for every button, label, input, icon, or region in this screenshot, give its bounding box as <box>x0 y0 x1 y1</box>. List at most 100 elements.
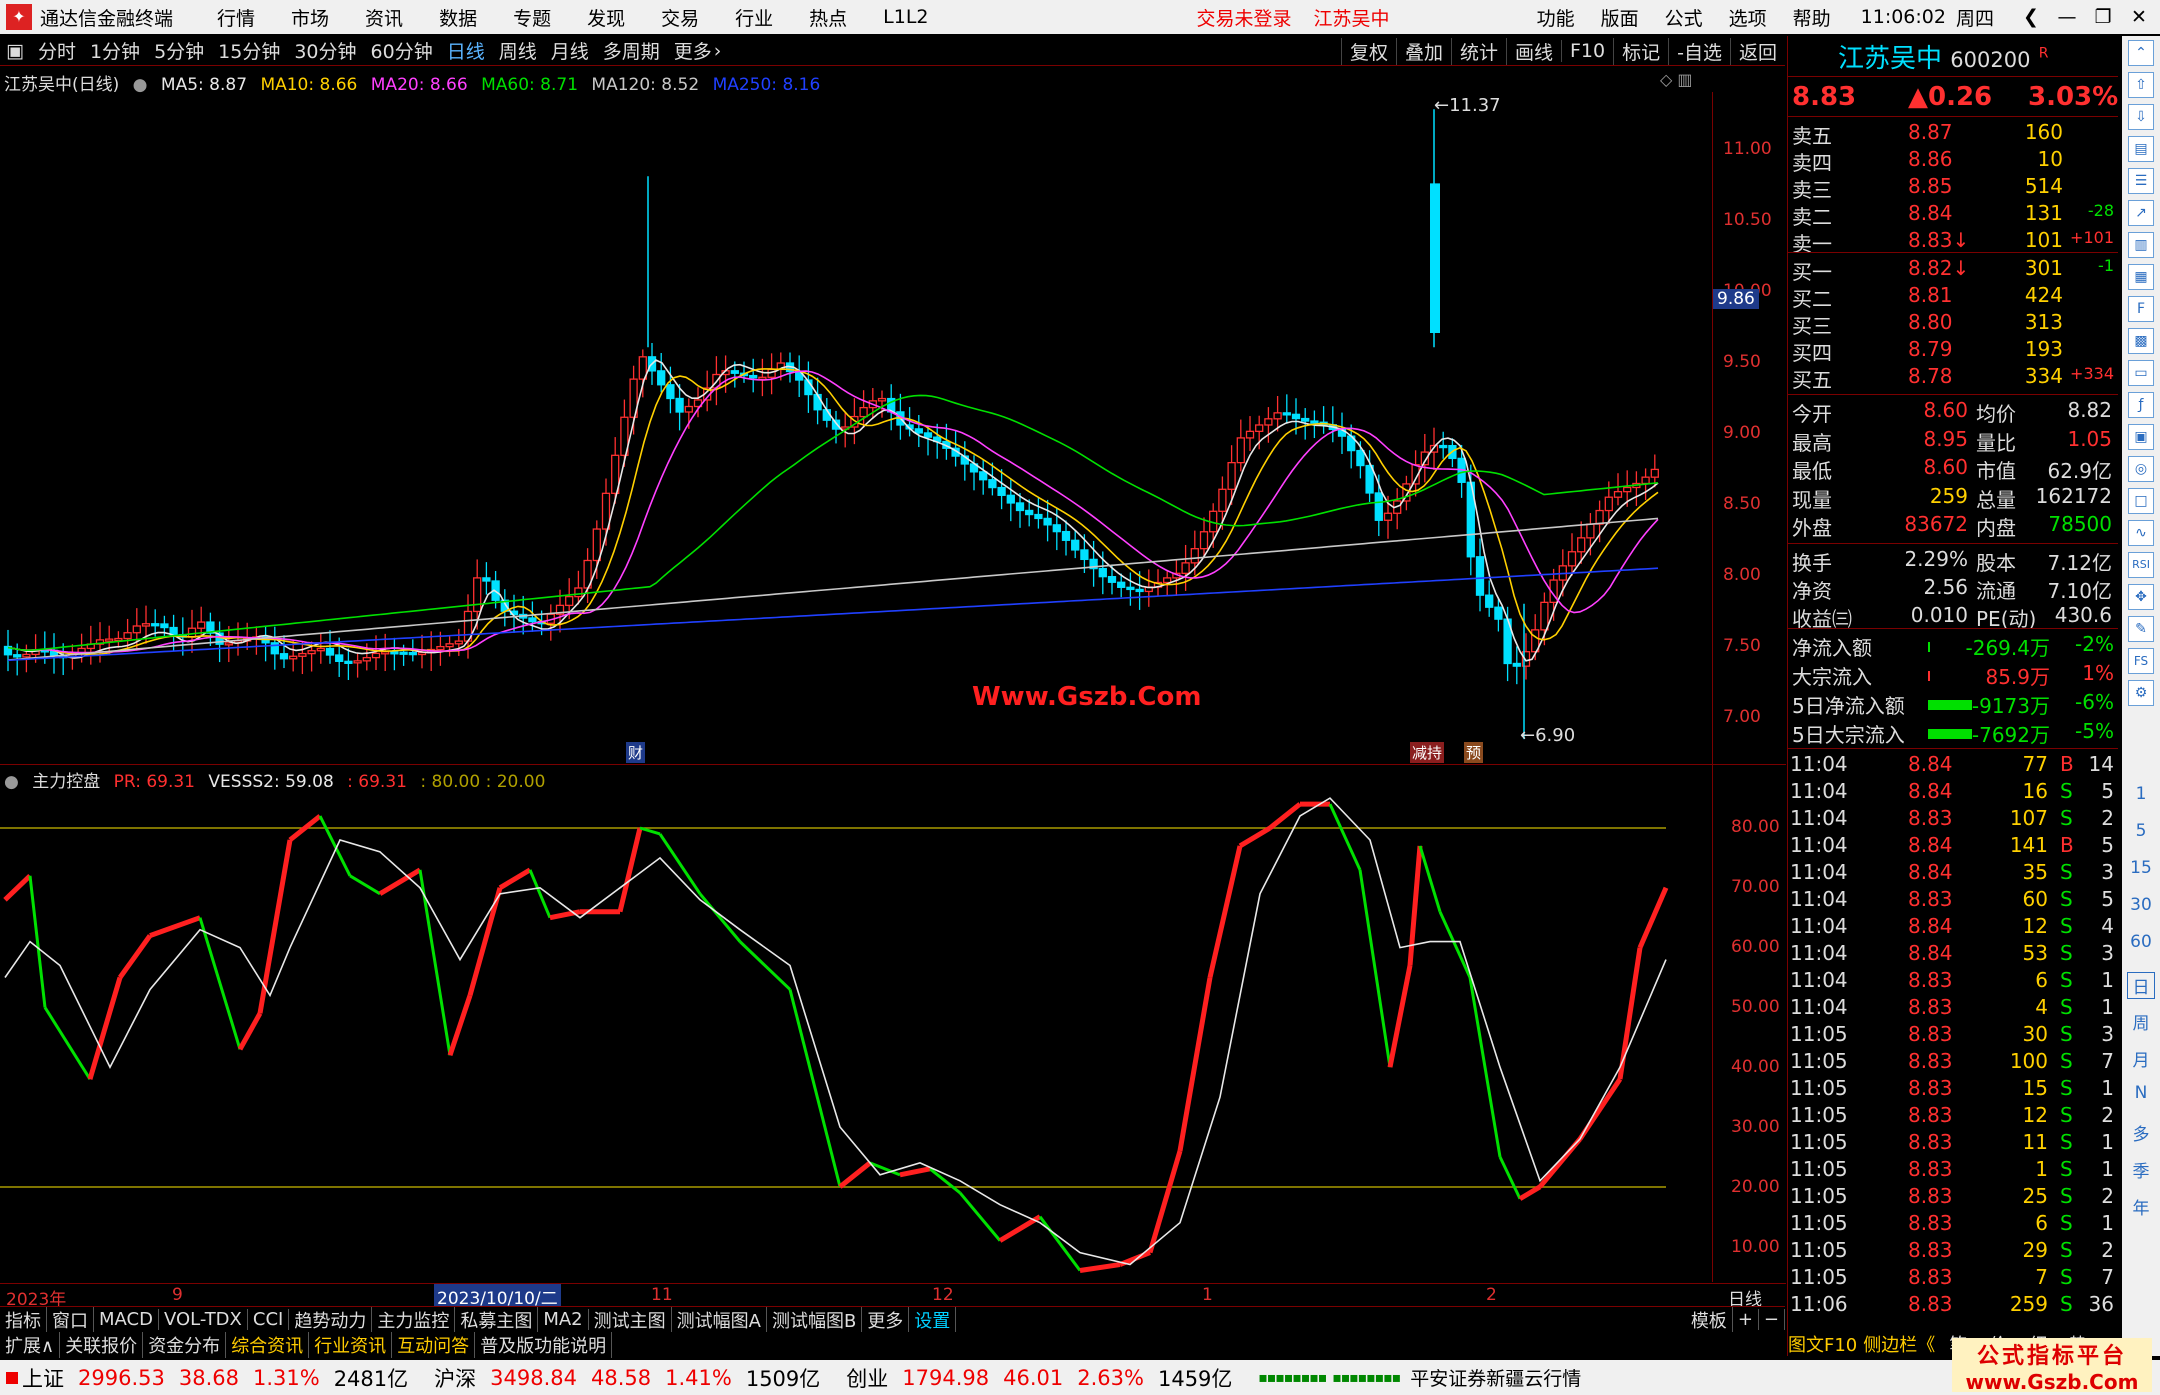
period-yue[interactable]: 月 <box>2122 1046 2160 1071</box>
period-monthly[interactable]: 月线 <box>551 37 589 64</box>
tick-row[interactable]: 11:04 8.84 16 S 5 <box>1788 779 2118 806</box>
legend-toggle-icon[interactable]: ● <box>4 772 19 792</box>
period-multi[interactable]: 多周期 <box>603 37 660 64</box>
period-5min[interactable]: 5分钟 <box>154 37 204 64</box>
tick-row[interactable]: 11:05 8.83 29 S 2 <box>1788 1238 2118 1265</box>
menu-redian[interactable]: 热点 <box>809 4 847 31</box>
menu-jiaoyi[interactable]: 交易 <box>661 4 699 31</box>
tick-row[interactable]: 11:04 8.83 107 S 2 <box>1788 806 2118 833</box>
info-zijinfenbu[interactable]: 资金分布 <box>143 1332 227 1358</box>
tab-zhibiao[interactable]: 指标 <box>0 1306 47 1333</box>
tick-row[interactable]: 11:05 8.83 25 S 2 <box>1788 1184 2118 1211</box>
info-kuozhan[interactable]: 扩展∧ <box>0 1332 61 1358</box>
tick-row[interactable]: 11:06 8.83 259 S 36 <box>1788 1292 2118 1319</box>
tab-cci[interactable]: CCI <box>248 1309 290 1330</box>
menu-faxian[interactable]: 发现 <box>587 4 625 31</box>
index-sh-name[interactable]: 上证 <box>22 1363 64 1393</box>
tick-row[interactable]: 11:05 8.83 1 S 1 <box>1788 1157 2118 1184</box>
tab-ma2[interactable]: MA2 <box>538 1309 589 1330</box>
market-breadth2-icon[interactable]: ▪▪▪▪▪▪▪▪ <box>1332 1370 1401 1386</box>
note-icon[interactable]: ▭ <box>2128 360 2154 386</box>
tick-row[interactable]: 11:05 8.83 15 S 1 <box>1788 1076 2118 1103</box>
fs-icon[interactable]: FS <box>2128 648 2154 674</box>
bid-row[interactable]: 买三 8.80 313 <box>1788 310 2118 338</box>
period-nian[interactable]: 年 <box>2122 1194 2160 1219</box>
restore-icon[interactable]: ❐ <box>2088 6 2118 28</box>
tab-sidebar[interactable]: 侧边栏《 <box>1863 1331 1935 1357</box>
settings-icon[interactable]: ⚙ <box>2128 680 2154 706</box>
tool-huaxian[interactable]: 画线 <box>1505 37 1561 65</box>
back-icon[interactable]: ❮ <box>2016 6 2046 28</box>
tool-tongji[interactable]: 统计 <box>1450 37 1506 65</box>
table-icon[interactable]: ▦ <box>2128 264 2154 290</box>
server-name[interactable]: 平安证券新疆云行情 <box>1410 1364 1581 1391</box>
menu-l1l2[interactable]: L1L2 <box>883 6 928 28</box>
index-hs-name[interactable]: 沪深 <box>434 1363 476 1393</box>
trade-login-status[interactable]: 交易未登录 <box>1197 4 1292 31</box>
period-15[interactable]: 15 <box>2122 858 2160 878</box>
period-60min[interactable]: 60分钟 <box>371 37 433 64</box>
tick-row[interactable]: 11:04 8.83 6 S 1 <box>1788 968 2118 995</box>
layout-toggle-icon[interactable]: ▣ <box>6 40 24 62</box>
move-icon[interactable]: ✥ <box>2128 584 2154 610</box>
tool-biaoji[interactable]: 标记 <box>1613 37 1668 65</box>
formula-icon[interactable]: ƒ <box>2128 392 2154 418</box>
tool-diejia[interactable]: 叠加 <box>1395 37 1451 65</box>
collapse-icon[interactable]: ⌃ <box>2128 40 2154 66</box>
tab-gengduo[interactable]: 更多 <box>862 1306 910 1333</box>
bid-row[interactable]: 买一 8.82↓ 301 -1 <box>1788 256 2118 284</box>
tab-macd[interactable]: MACD <box>94 1309 159 1330</box>
market-breadth-icon[interactable]: ▪▪▪▪▪▪▪▪ <box>1258 1370 1327 1386</box>
tool-fuquan[interactable]: 复权 <box>1340 37 1396 65</box>
add-window-button[interactable]: + <box>1733 1309 1759 1330</box>
wave-icon[interactable]: ∿ <box>2128 520 2154 546</box>
menu-hangye[interactable]: 行业 <box>735 4 773 31</box>
tick-row[interactable]: 11:05 8.83 12 S 2 <box>1788 1103 2118 1130</box>
ask-row[interactable]: 卖三 8.85 514 <box>1788 174 2118 202</box>
tick-row[interactable]: 11:04 8.84 35 S 3 <box>1788 860 2118 887</box>
ask-row[interactable]: 卖二 8.84 131 -28 <box>1788 201 2118 229</box>
tab-muban[interactable]: 模板 <box>1686 1306 1733 1333</box>
chart-settings-icon[interactable]: ◇ ▥ <box>1660 70 1693 89</box>
remove-window-button[interactable]: − <box>1759 1309 1785 1330</box>
menu-banmian[interactable]: 版面 <box>1601 4 1639 31</box>
bid-row[interactable]: 买五 8.78 334 +334 <box>1788 364 2118 392</box>
grid2-icon[interactable]: ▣ <box>2128 424 2154 450</box>
circle-icon[interactable]: ◎ <box>2128 456 2154 482</box>
tick-row[interactable]: 11:04 8.83 4 S 1 <box>1788 995 2118 1022</box>
sub-chart[interactable] <box>0 790 1712 1282</box>
menu-xuanxiang[interactable]: 选项 <box>1729 4 1767 31</box>
square-icon[interactable]: □ <box>2128 488 2154 514</box>
bar-chart-icon[interactable]: ▥ <box>2128 232 2154 258</box>
arrow-up-icon[interactable]: ⇧ <box>2128 72 2154 98</box>
tab-vol-tdx[interactable]: VOL-TDX <box>159 1309 248 1330</box>
minimize-icon[interactable]: — <box>2052 6 2082 28</box>
menu-gongshi[interactable]: 公式 <box>1665 4 1703 31</box>
tab-chuangkou[interactable]: 窗口 <box>47 1306 94 1333</box>
marker-yu[interactable]: 预 <box>1464 742 1484 763</box>
period-weekly[interactable]: 周线 <box>499 37 537 64</box>
close-icon[interactable]: ✕ <box>2124 6 2154 28</box>
period-1[interactable]: 1 <box>2122 784 2160 804</box>
tab-zhulijiankong[interactable]: 主力监控 <box>372 1306 456 1333</box>
tick-row[interactable]: 11:04 8.84 77 B 14 <box>1788 752 2118 779</box>
period-fenshi[interactable]: 分时 <box>38 37 76 64</box>
period-daily[interactable]: 日线 <box>447 37 485 64</box>
menu-zixun[interactable]: 资讯 <box>365 4 403 31</box>
tool-zixuan[interactable]: -自选 <box>1668 37 1730 65</box>
tool-f10[interactable]: F10 <box>1561 40 1613 62</box>
period-ji[interactable]: 季 <box>2122 1157 2160 1182</box>
line-chart-icon[interactable]: ↗ <box>2128 200 2154 226</box>
tick-row[interactable]: 11:05 8.83 30 S 3 <box>1788 1022 2118 1049</box>
ask-row[interactable]: 卖一 8.83↓ 101 +101 <box>1788 228 2118 256</box>
pen-icon[interactable]: ✎ <box>2128 616 2154 642</box>
tab-tuwen-f10[interactable]: 图文F10 <box>1788 1331 1857 1357</box>
period-n[interactable]: N <box>2122 1083 2160 1103</box>
period-1min[interactable]: 1分钟 <box>90 37 140 64</box>
tick-row[interactable]: 11:04 8.84 141 B 5 <box>1788 833 2118 860</box>
ask-row[interactable]: 卖五 8.87 160 <box>1788 120 2118 148</box>
tab-qushidongli[interactable]: 趋势动力 <box>289 1306 373 1333</box>
marker-cai[interactable]: 财 <box>626 742 646 763</box>
marker-jianchi[interactable]: 减持 <box>1410 742 1445 763</box>
period-30[interactable]: 30 <box>2122 895 2160 915</box>
